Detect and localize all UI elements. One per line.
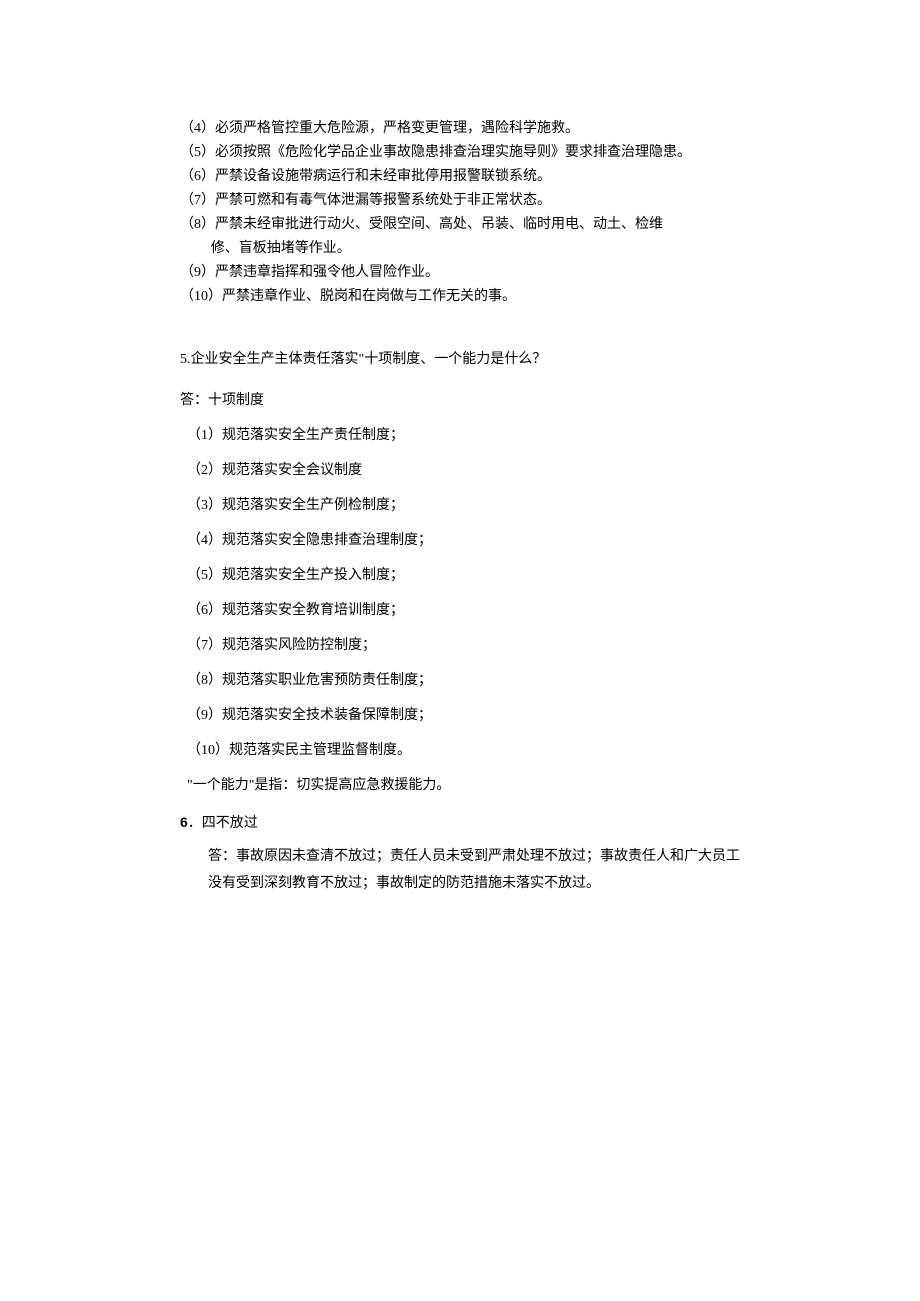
list-item: （9）严禁违章指挥和强令他人冒险作业。 bbox=[180, 262, 740, 283]
question-title-text: ．四不放过 bbox=[188, 816, 258, 831]
answer-label: 答：十项制度 bbox=[180, 390, 740, 411]
list-item: （4）必须严格管控重大危险源，严格变更管理，遇险科学施救。 bbox=[180, 118, 740, 139]
list-item: （5）规范落实安全生产投入制度； bbox=[180, 565, 740, 586]
section-6: 6．四不放过 答：事故原因未查清不放过；责任人员未受到严肃处理不放过；事故责任人… bbox=[180, 812, 740, 897]
list-item: （7）规范落实风险防控制度； bbox=[180, 635, 740, 656]
ten-systems-list: （1）规范落实安全生产责任制度； （2）规范落实安全会议制度 （3）规范落实安全… bbox=[180, 425, 740, 796]
question-number: 6 bbox=[180, 814, 188, 830]
one-ability-text: "一个能力"是指：切实提高应急救援能力。 bbox=[180, 775, 740, 796]
list-item: （6）规范落实安全教育培训制度； bbox=[180, 600, 740, 621]
list-item: （8）规范落实职业危害预防责任制度； bbox=[180, 670, 740, 691]
list-item-continuation: 修、盲板抽堵等作业。 bbox=[180, 238, 740, 259]
question-6-title: 6．四不放过 bbox=[180, 812, 740, 834]
section-5: 5.企业安全生产主体责任落实"十项制度、一个能力是什么？ 答：十项制度 （1）规… bbox=[180, 349, 740, 796]
list-item: （8）严禁未经审批进行动火、受限空间、高处、吊装、临时用电、动土、检维 bbox=[180, 214, 740, 235]
list-item: （10）严禁违章作业、脱岗和在岗做与工作无关的事。 bbox=[180, 286, 740, 307]
question-5-title: 5.企业安全生产主体责任落实"十项制度、一个能力是什么？ bbox=[180, 349, 740, 370]
list-item: （1）规范落实安全生产责任制度； bbox=[180, 425, 740, 446]
list-item: （4）规范落实安全隐患排查治理制度； bbox=[180, 530, 740, 551]
list-item: （7）严禁可燃和有毒气体泄漏等报警系统处于非正常状态。 bbox=[180, 190, 740, 211]
list-item: （6）严禁设备设施带病运行和未经审批停用报警联锁系统。 bbox=[180, 166, 740, 187]
list-item: （5）必须按照《危险化学品企业事故隐患排查治理实施导则》要求排查治理隐患。 bbox=[180, 142, 740, 163]
list-item: （10）规范落实民主管理监督制度。 bbox=[180, 740, 740, 761]
list-item: （9）规范落实安全技术装备保障制度； bbox=[180, 705, 740, 726]
answer-6-text: 答：事故原因未查清不放过；责任人员未受到严肃处理不放过；事故责任人和广大员工没有… bbox=[180, 844, 740, 897]
section-4-continued-list: （4）必须严格管控重大危险源，严格变更管理，遇险科学施救。 （5）必须按照《危险… bbox=[180, 118, 740, 307]
list-item: （2）规范落实安全会议制度 bbox=[180, 460, 740, 481]
list-item: （3）规范落实安全生产例检制度； bbox=[180, 495, 740, 516]
